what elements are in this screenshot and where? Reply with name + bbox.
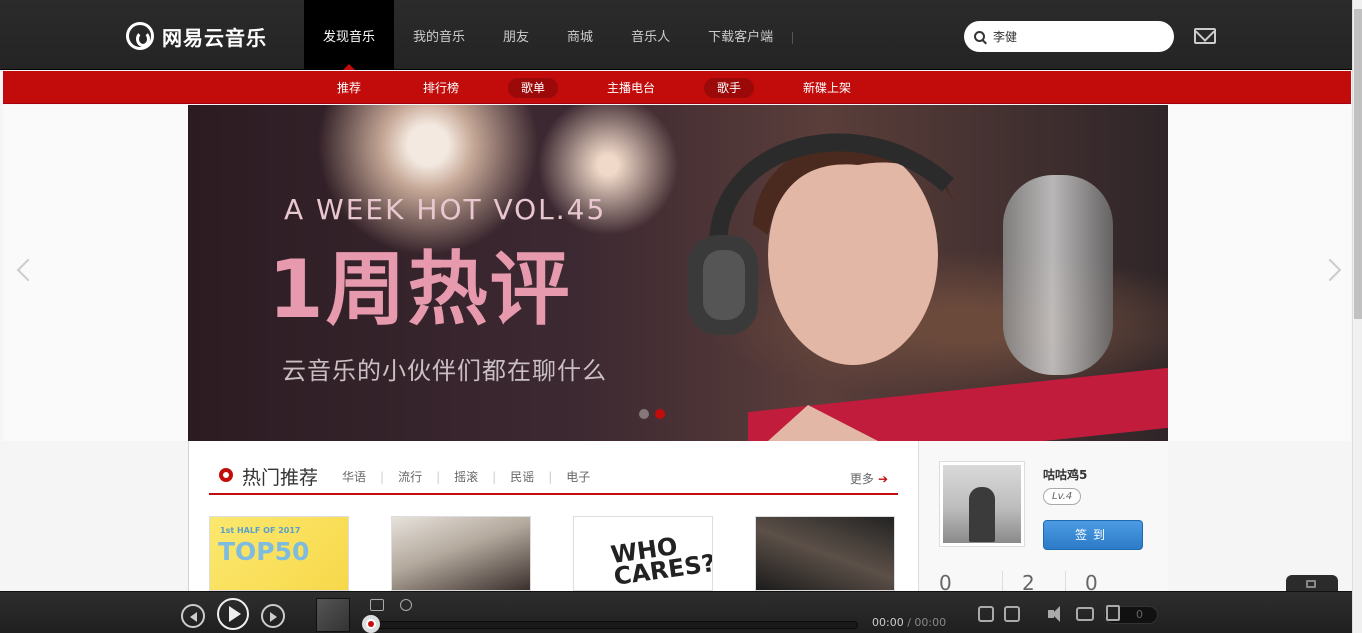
subnav-new-album[interactable]: 新碟上架 — [790, 78, 864, 98]
netease-music-logo-icon — [126, 22, 154, 50]
playlist-card[interactable]: 1st HALF OF 2017 TOP50 — [209, 516, 349, 591]
avatar-image — [943, 465, 1021, 543]
card-cover-text-big: TOP50 — [218, 537, 310, 566]
tag-divider: | — [436, 469, 441, 484]
banner-dots — [639, 409, 665, 419]
sub-nav: 推荐 排行榜 歌单 主播电台 歌手 新碟上架 — [3, 71, 1351, 104]
playlist-icon — [1106, 605, 1120, 621]
tag-folk[interactable]: 民谣 — [510, 468, 534, 485]
tag-divider: | — [548, 469, 553, 484]
nav-divider — [792, 32, 794, 44]
tag-pop[interactable]: 流行 — [398, 468, 422, 485]
banner[interactable]: A WEEK HOT VOL.45 1周热评 云音乐的小伙伴们都在聊什么 — [188, 105, 1168, 441]
tag-divider: | — [380, 469, 385, 484]
tab-mall[interactable]: 商城 — [548, 0, 612, 70]
user-name[interactable]: 咕咕鸡5 — [1043, 466, 1087, 483]
tag-divider: | — [492, 469, 497, 484]
search-box[interactable] — [964, 21, 1174, 52]
playlist-card[interactable]: WHO CARES? — [573, 516, 713, 591]
microphone-image — [1003, 175, 1113, 375]
tag-electronic[interactable]: 电子 — [566, 468, 590, 485]
banner-next-arrow-icon[interactable] — [1326, 257, 1340, 283]
track-cover[interactable] — [316, 598, 350, 632]
time-current: 00:00 — [872, 616, 904, 629]
banner-headline-en: A WEEK HOT VOL.45 — [284, 193, 607, 226]
subnav-toplist[interactable]: 排行榜 — [410, 78, 472, 98]
section-header: 热门推荐 华语 | 流行 | 摇滚 | 民谣 | 电子 更多 ➔ — [209, 461, 898, 495]
tab-musician[interactable]: 音乐人 — [612, 0, 689, 70]
play-icon[interactable] — [217, 598, 249, 630]
banner-portrait — [688, 133, 958, 441]
banner-dot[interactable] — [639, 409, 649, 419]
tag-chinese[interactable]: 华语 — [342, 468, 366, 485]
subnav-djradio[interactable]: 主播电台 — [594, 78, 668, 98]
search-icon — [974, 31, 985, 42]
playlist-card[interactable] — [391, 516, 531, 591]
link-icon[interactable] — [400, 599, 412, 611]
playlist-cards: 1st HALF OF 2017 TOP50 WHO CARES? — [209, 516, 895, 591]
tag-rock[interactable]: 摇滚 — [454, 468, 478, 485]
prev-track-icon[interactable] — [181, 604, 205, 628]
tab-friends[interactable]: 朋友 — [484, 0, 548, 70]
lock-icon — [1306, 580, 1316, 588]
section-title[interactable]: 热门推荐 — [242, 463, 318, 490]
subnav-artist[interactable]: 歌手 — [704, 78, 755, 98]
top-nav: 发现音乐 我的音乐 朋友 商城 音乐人 下载客户端 — [304, 0, 794, 70]
progress-knob[interactable] — [362, 615, 380, 633]
logo-text: 网易云音乐 — [162, 25, 267, 50]
next-track-icon[interactable] — [261, 604, 285, 628]
user-level-badge: Lv.4 — [1043, 488, 1082, 505]
progress-bar[interactable] — [372, 621, 858, 629]
time-total: 00:00 — [914, 616, 947, 629]
logo[interactable]: 网易云音乐 — [126, 20, 267, 52]
avatar[interactable] — [939, 461, 1025, 547]
time-separator: / — [903, 616, 915, 629]
banner-dot-active[interactable] — [655, 409, 665, 419]
subnav-recommend[interactable]: 推荐 — [324, 78, 374, 98]
search-input[interactable] — [993, 29, 1153, 44]
top-bar: 网易云音乐 发现音乐 我的音乐 朋友 商城 音乐人 下载客户端 — [0, 0, 1362, 70]
tab-discover[interactable]: 发现音乐 — [304, 0, 395, 70]
add-to-playlist-icon[interactable] — [978, 606, 994, 622]
tab-my-music[interactable]: 我的音乐 — [394, 0, 484, 70]
banner-headline-cn: 1周热评 — [268, 243, 572, 336]
track-time: 00:00 / 00:00 — [872, 616, 946, 629]
user-panel: 咕咕鸡5 Lv.4 签到 0 2 0 — [918, 441, 1168, 595]
mv-icon[interactable] — [370, 599, 384, 611]
player-bar: 00:00 / 00:00 0 — [0, 591, 1362, 633]
scrollbar-thumb[interactable] — [1354, 9, 1362, 319]
card-cover-text-small: 1st HALF OF 2017 — [220, 526, 301, 535]
arrow-right-icon: ➔ — [877, 472, 888, 486]
playlist-card[interactable] — [755, 516, 895, 591]
more-link[interactable]: 更多 ➔ — [850, 470, 888, 487]
volume-icon[interactable] — [1048, 606, 1066, 622]
card-cover-text: WHO CARES? — [609, 532, 713, 591]
tab-download[interactable]: 下载客户端 — [689, 0, 792, 70]
scrollbar[interactable] — [1352, 0, 1362, 633]
mail-icon[interactable] — [1194, 28, 1216, 44]
main-content: 热门推荐 华语 | 流行 | 摇滚 | 民谣 | 电子 更多 ➔ 1st HALF… — [188, 441, 1168, 595]
hot-recommend-section: 热门推荐 华语 | 流行 | 摇滚 | 民谣 | 电子 更多 ➔ 1st HALF… — [189, 441, 918, 591]
section-circle-icon — [219, 468, 233, 482]
share-icon[interactable] — [1004, 606, 1020, 622]
subnav-playlist[interactable]: 歌单 — [508, 78, 559, 98]
checkin-button[interactable]: 签到 — [1043, 520, 1143, 550]
section-tags: 华语 | 流行 | 摇滚 | 民谣 | 电子 — [342, 468, 590, 485]
banner-prev-arrow-icon[interactable] — [16, 257, 30, 283]
more-label: 更多 — [849, 472, 874, 486]
loop-icon[interactable] — [1076, 607, 1094, 621]
banner-subtitle: 云音乐的小伙伴们都在聊什么 — [282, 357, 607, 385]
